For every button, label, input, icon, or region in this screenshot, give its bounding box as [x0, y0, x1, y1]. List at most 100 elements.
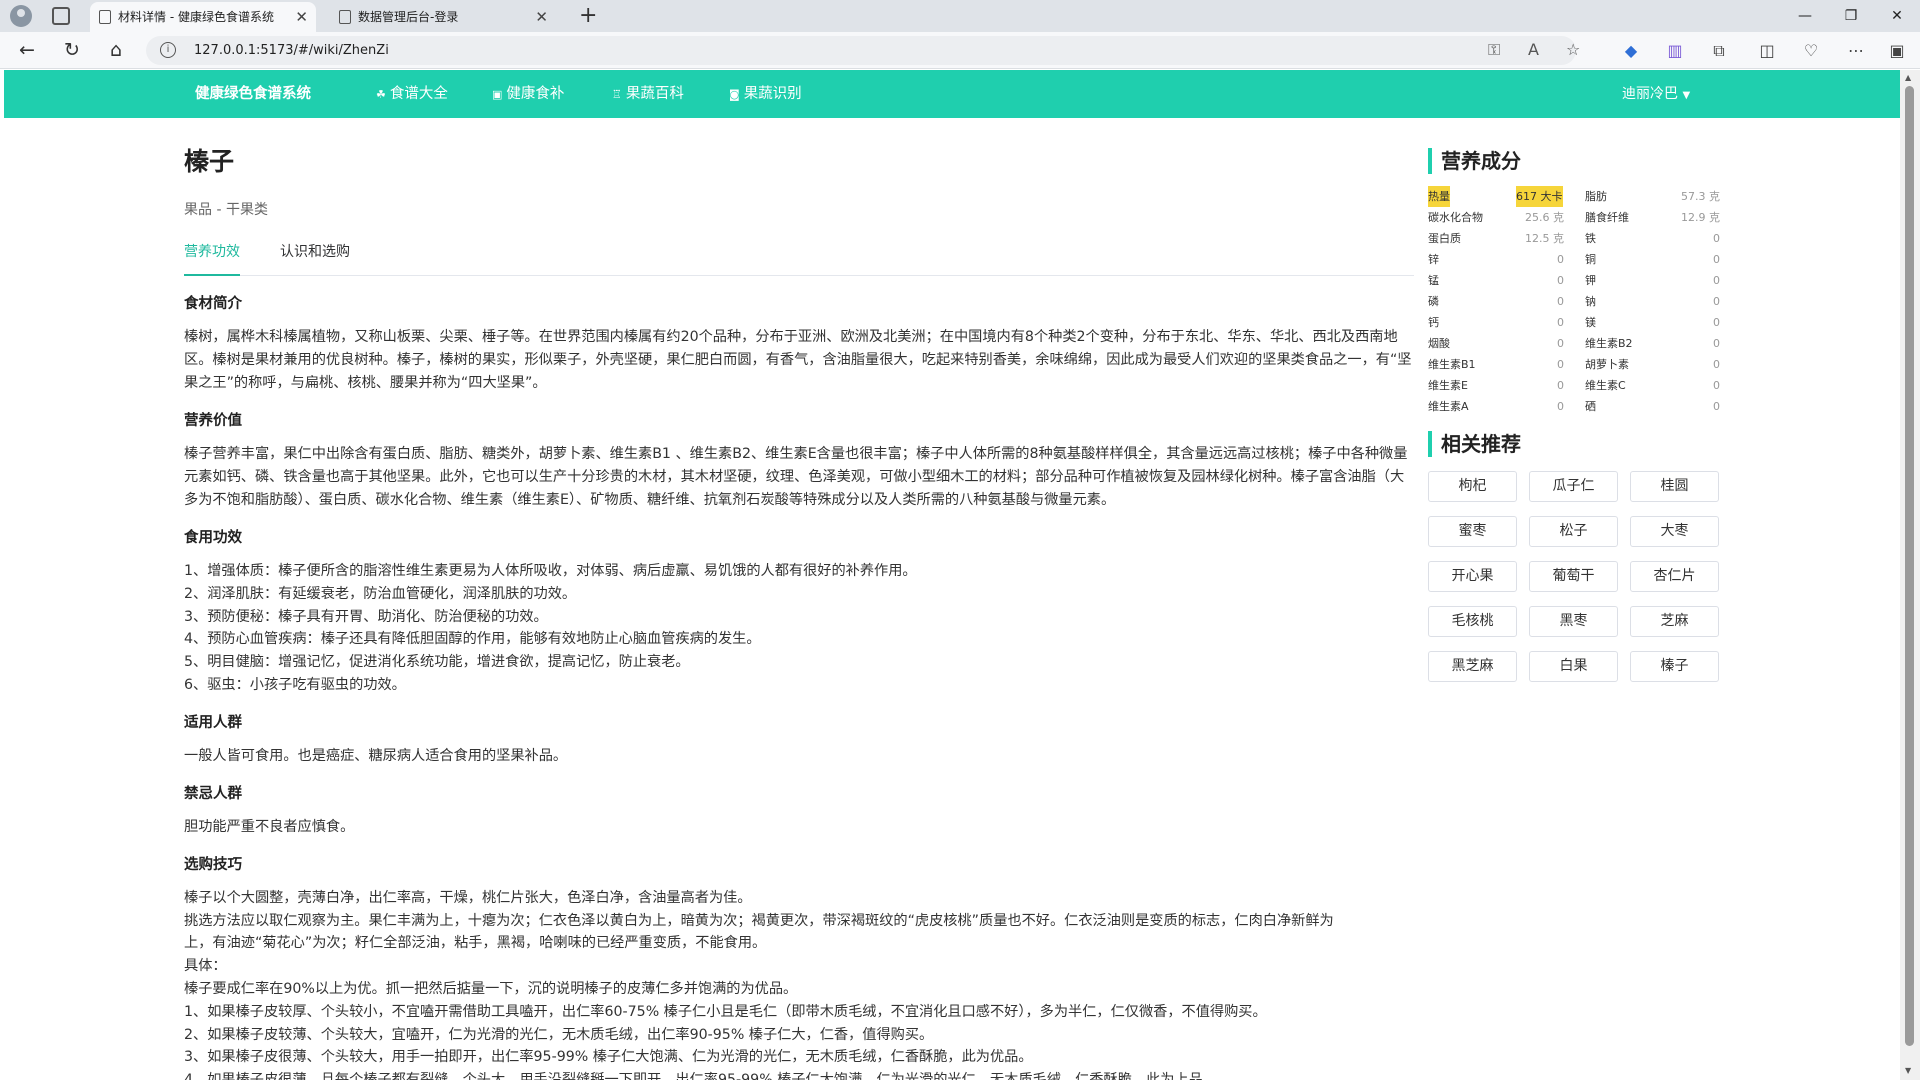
nutrient-value: 0: [1713, 232, 1720, 245]
related-tag[interactable]: 葡萄干: [1529, 561, 1618, 592]
read-aloud-icon[interactable]: A: [1528, 40, 1539, 59]
nutrient-value: 12.9 克: [1681, 211, 1720, 224]
related-tag[interactable]: 白果: [1529, 651, 1618, 682]
nutrient-name: 锰: [1428, 274, 1439, 287]
refresh-icon[interactable]: ↻: [58, 36, 86, 64]
browser-tab[interactable]: 数据管理后台-登录 ✕: [330, 2, 556, 32]
nutrition-row: 碳水化合物 25.6 克 膳食纤维 12.9 克: [1428, 207, 1722, 228]
nutrient-name: 锌: [1428, 253, 1439, 266]
related-tag[interactable]: 枸杞: [1428, 471, 1517, 502]
key-icon[interactable]: ⚿: [1488, 40, 1500, 60]
scrollbar[interactable]: ▲ ▼: [1900, 70, 1920, 1080]
related-tag[interactable]: 榛子: [1630, 651, 1719, 682]
related-tag[interactable]: 大枣: [1630, 516, 1719, 547]
value-text: 榛子营养丰富，果仁中出除含有蛋白质、脂肪、糖类外，胡萝卜素、维生素B1 、维生素…: [184, 446, 1408, 508]
home-icon[interactable]: ⌂: [102, 36, 130, 64]
related-tag[interactable]: 毛核桃: [1428, 606, 1517, 637]
browser-tab-bar: 材料详情 - 健康绿色食谱系统 ✕ 数据管理后台-登录 ✕ + — ❐ ✕: [0, 0, 1920, 32]
nutrient-name: 维生素C: [1585, 379, 1626, 392]
main-content: 榛子 果品 - 干果类 营养功效 认识和选购 食材简介 榛树，属桦木科榛属植物，…: [184, 130, 1414, 1080]
list-item: 4、如果榛子皮很薄、且每个榛子都有裂缝，个头大，用手沿裂缝掰一下即开，出仁率95…: [184, 1069, 1414, 1080]
list-item: 3、如果榛子皮很薄、个头较大，用手一拍即开，出仁率95-99% 榛子仁大饱满、仁…: [184, 1049, 1033, 1066]
tab-nutrition-effect[interactable]: 营养功效: [184, 242, 240, 262]
window-close-icon[interactable]: ✕: [1874, 0, 1920, 32]
back-icon[interactable]: ←: [13, 36, 41, 64]
more-menu-icon[interactable]: ⋯: [1845, 40, 1867, 62]
close-icon[interactable]: ✕: [295, 2, 308, 32]
nutrient-name: 脂肪: [1585, 190, 1607, 203]
immersive-reader-icon[interactable]: ▥: [1664, 40, 1686, 62]
nutrition-row: 磷 0 钠 0: [1428, 291, 1722, 312]
info-icon[interactable]: i: [160, 42, 176, 58]
related-tag[interactable]: 蜜枣: [1428, 516, 1517, 547]
related-tag[interactable]: 瓜子仁: [1529, 471, 1618, 502]
nutrition-row: 锰 0 钾 0: [1428, 270, 1722, 291]
user-menu[interactable]: 迪丽冷巴 ▼: [1622, 70, 1690, 120]
minimize-icon[interactable]: —: [1782, 0, 1828, 32]
suitable-text: 一般人皆可食用。也是癌症、糖尿病人适合食用的坚果补品。: [184, 747, 568, 764]
related-tag[interactable]: 杏仁片: [1630, 561, 1719, 592]
nutrient-name: 镁: [1585, 316, 1596, 329]
extensions-puzzle-icon[interactable]: ⧉: [1708, 40, 1730, 62]
tab-know-and-buy[interactable]: 认识和选购: [280, 242, 350, 262]
camera-icon: ◙: [729, 88, 740, 101]
related-tag[interactable]: 黑芝麻: [1428, 651, 1517, 682]
item-category: 果品 - 干果类: [184, 202, 268, 218]
url-field[interactable]: i 127.0.0.1:5173/#/wiki/ZhenZi ⚿ A ☆: [146, 36, 1580, 65]
sidebar-toggle-icon[interactable]: ▣: [1886, 40, 1908, 62]
nutrition-row: 锌 0 铜 0: [1428, 249, 1722, 270]
nav-label: 食谱大全: [389, 86, 448, 102]
nutrient-value: 0: [1713, 253, 1720, 266]
nav-label: 果蔬识别: [743, 86, 802, 102]
related-tag[interactable]: 桂圆: [1630, 471, 1719, 502]
nutrient-value: 0: [1557, 274, 1564, 287]
nutrient-value: 0: [1713, 358, 1720, 371]
section-heading: 禁忌人群: [184, 785, 242, 802]
related-tag[interactable]: 芝麻: [1630, 606, 1719, 637]
page-icon: [99, 10, 111, 24]
tab-actions-icon[interactable]: [52, 7, 70, 25]
profile-icon[interactable]: [10, 5, 32, 27]
nutrient-value: 0: [1557, 400, 1564, 413]
related-tag[interactable]: 黑枣: [1529, 606, 1618, 637]
scroll-down-icon[interactable]: ▼: [1905, 1066, 1911, 1075]
nutrient-name: 钠: [1585, 295, 1596, 308]
list-item: 2、润泽肌肤：有延缓衰老，防治血管硬化，润泽肌肤的功效。: [184, 585, 577, 602]
nav-identify[interactable]: ◙ 果蔬识别: [729, 70, 802, 119]
scroll-thumb[interactable]: [1905, 86, 1914, 1046]
leaf-icon: ☘: [376, 88, 386, 101]
nutrient-value: 25.6 克: [1525, 211, 1564, 224]
extension-icon[interactable]: ◆: [1620, 40, 1642, 62]
nutrient-name: 铁: [1585, 232, 1596, 245]
site-brand[interactable]: 健康绿色食谱系统: [195, 70, 311, 118]
nutrient-value: 0: [1557, 379, 1564, 392]
nav-wiki[interactable]: ♖ 果蔬百科: [612, 70, 684, 119]
address-bar: ← ↻ ⌂ i 127.0.0.1:5173/#/wiki/ZhenZi ⚿ A…: [0, 32, 1920, 69]
nutrition-row: 烟酸 0 维生素B2 0: [1428, 333, 1722, 354]
cup-icon: ♖: [612, 88, 622, 101]
close-icon[interactable]: ✕: [535, 2, 548, 32]
nav-health[interactable]: ▣ 健康食补: [492, 70, 564, 119]
nutrient-value: 0: [1713, 379, 1720, 392]
pick-list: 榛子以个大圆整，壳薄白净，出仁率高，干燥，桃仁片张大，色泽白净，含油量高者为佳。…: [184, 887, 1414, 1080]
nav-recipes[interactable]: ☘ 食谱大全: [376, 70, 448, 119]
effects-list: 1、增强体质：榛子便所含的脂溶性维生素更易为人体所吸收，对体弱、病后虚羸、易饥饿…: [184, 560, 1414, 697]
nutrient-value: 0: [1557, 316, 1564, 329]
nutrition-title: 营养成分: [1428, 148, 1722, 174]
page-title: 榛子: [184, 147, 235, 176]
list-item: 1、增强体质：榛子便所含的脂溶性维生素更易为人体所吸收，对体弱、病后虚羸、易饥饿…: [184, 563, 917, 579]
favorite-star-icon[interactable]: ☆: [1566, 40, 1580, 59]
browser-essentials-icon[interactable]: ♡: [1800, 40, 1822, 62]
nutrient-name: 胡萝卜素: [1585, 358, 1629, 371]
nutrient-value: 0: [1557, 295, 1564, 308]
new-tab-icon[interactable]: +: [579, 2, 597, 30]
nutrition-row: 钙 0 镁 0: [1428, 312, 1722, 333]
related-tag[interactable]: 松子: [1529, 516, 1618, 547]
related-tag[interactable]: 开心果: [1428, 561, 1517, 592]
nav-label: 果蔬百科: [625, 86, 684, 102]
taboo-text: 胆功能严重不良者应慎食。: [184, 818, 355, 835]
restore-icon[interactable]: ❐: [1828, 0, 1874, 32]
browser-tab-active[interactable]: 材料详情 - 健康绿色食谱系统 ✕: [90, 2, 316, 32]
scroll-up-icon[interactable]: ▲: [1905, 73, 1911, 82]
split-screen-icon[interactable]: ◫: [1756, 40, 1778, 62]
